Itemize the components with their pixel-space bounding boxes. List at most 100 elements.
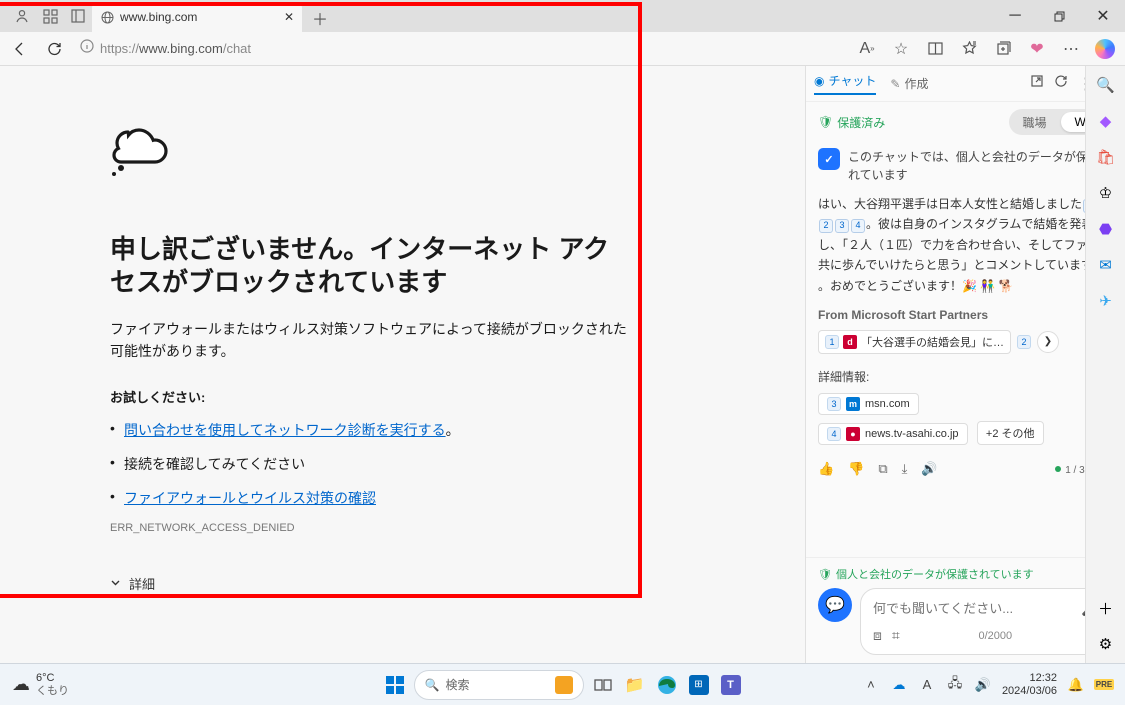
- dislike-icon[interactable]: 👎: [848, 461, 864, 477]
- back-button[interactable]: [4, 34, 36, 64]
- start-button[interactable]: [382, 672, 408, 698]
- refresh-panel-icon[interactable]: [1054, 74, 1068, 94]
- char-count: 0/2000: [978, 630, 1012, 642]
- source-icon: d: [843, 335, 857, 349]
- workplace-option[interactable]: 職場: [1009, 111, 1061, 134]
- tab-strip: www.bing.com ✕ ＋: [92, 0, 993, 32]
- source-chip-asahi[interactable]: 4●news.tv-asahi.co.jp: [818, 423, 968, 445]
- partners-header: From Microsoft Start Partners: [818, 308, 1113, 322]
- tray-chevron-icon[interactable]: ˄: [862, 676, 880, 694]
- sidebar-tools-icon[interactable]: ◆: [1095, 110, 1117, 132]
- tab-actions-icon[interactable]: [64, 2, 92, 30]
- tab-close-icon[interactable]: ✕: [284, 10, 294, 24]
- sidebar-settings-icon[interactable]: ⚙: [1095, 633, 1117, 655]
- store-icon[interactable]: ⊞: [686, 672, 712, 698]
- collections-icon[interactable]: [987, 34, 1019, 64]
- copy-icon[interactable]: ⧉: [878, 461, 887, 477]
- news-chip-1[interactable]: 1 d 「大谷選手の結婚会見」に…: [818, 330, 1011, 354]
- speaker-icon[interactable]: 🔊: [921, 461, 937, 477]
- read-aloud-icon[interactable]: A»: [851, 34, 883, 64]
- sidebar-outlook-icon[interactable]: ✉: [1095, 254, 1117, 276]
- sidebar-m365-icon[interactable]: ⬣: [1095, 218, 1117, 240]
- chip-number: 1: [825, 335, 839, 349]
- details-header: 詳細情報:: [818, 368, 1113, 385]
- sidebar-shopping-icon[interactable]: 🛍: [1095, 146, 1117, 168]
- chat-input[interactable]: [873, 601, 1081, 616]
- site-info-icon[interactable]: [80, 39, 94, 58]
- url-text: https://www.bing.com/chat: [100, 41, 841, 56]
- taskbar-center: 🔍 検索 📁 ⊞ T: [382, 670, 744, 700]
- chevron-down-icon: [110, 576, 121, 591]
- error-description: ファイアウォールまたはウィルス対策ソフトウェアによって接続がブロックされた可能性…: [110, 318, 630, 363]
- attach-image-icon[interactable]: ⧈: [873, 627, 882, 644]
- search-icon: 🔍: [425, 678, 440, 692]
- toolbar-right: A» ☆ ❤ ⋯: [851, 34, 1121, 64]
- maximize-button[interactable]: [1037, 0, 1081, 32]
- copilot-preview-icon[interactable]: PRE: [1095, 676, 1113, 694]
- task-view-icon[interactable]: [590, 672, 616, 698]
- panel-badge-row: 🛡保護済み 職場 Web: [806, 102, 1125, 142]
- split-screen-icon[interactable]: [919, 34, 951, 64]
- explorer-icon[interactable]: 📁: [622, 672, 648, 698]
- volume-icon[interactable]: 🔊: [974, 676, 992, 694]
- thought-cloud-icon: [110, 126, 805, 183]
- edge-sidebar: 🔍 ◆ 🛍 ♔ ⬣ ✉ ✈ ＋ ⚙: [1085, 66, 1125, 663]
- copilot-button[interactable]: [1089, 34, 1121, 64]
- sidebar-games-icon[interactable]: ♔: [1095, 182, 1117, 204]
- ime-icon[interactable]: A: [918, 676, 936, 694]
- sidebar-drop-icon[interactable]: ✈: [1095, 290, 1117, 312]
- browser-essentials-icon[interactable]: ❤: [1021, 34, 1053, 64]
- panel-tabs: ◉チャット ✎作成 ⋮ ✕: [806, 66, 1125, 102]
- minimize-button[interactable]: ─: [993, 0, 1037, 32]
- url-box[interactable]: https://www.bing.com/chat: [72, 36, 849, 62]
- tab-title: www.bing.com: [120, 10, 197, 24]
- chat-input-box[interactable]: 🎤 ⧈ ⌗ 0/2000 ➤: [860, 588, 1113, 655]
- list-item: ファイアウォールとウイルス対策の確認: [110, 488, 805, 508]
- shield-check-icon: 🛡: [818, 115, 833, 129]
- teams-icon[interactable]: T: [718, 672, 744, 698]
- sidebar-search-icon[interactable]: 🔍: [1095, 74, 1117, 96]
- open-new-icon[interactable]: [1030, 74, 1044, 94]
- clock[interactable]: 12:32 2024/03/06: [1002, 672, 1057, 696]
- sidebar-add-icon[interactable]: ＋: [1095, 597, 1117, 619]
- protection-text: このチャットでは、個人と会社のデータが保護されています: [848, 148, 1113, 184]
- menu-icon[interactable]: ⋯: [1055, 34, 1087, 64]
- favorite-icon[interactable]: ☆: [885, 34, 917, 64]
- title-bar: www.bing.com ✕ ＋ ─ ✕: [0, 0, 1125, 32]
- chip-number-2[interactable]: 2: [1017, 335, 1031, 349]
- citation-2[interactable]: 2: [819, 219, 833, 233]
- details-toggle[interactable]: 詳細: [110, 574, 805, 593]
- compose-tab[interactable]: ✎作成: [890, 75, 928, 92]
- notifications-icon[interactable]: 🔔: [1067, 676, 1085, 694]
- list-item: 問い合わせを使用してネットワーク診断を実行する。: [110, 420, 805, 440]
- new-tab-button[interactable]: ＋: [306, 4, 334, 32]
- response-text: はい、大谷翔平選手は日本人女性と結婚しました1234。彼は自身のインスタグラムで…: [818, 194, 1113, 296]
- like-icon[interactable]: 👍: [818, 461, 834, 477]
- onedrive-icon[interactable]: ☁: [890, 676, 908, 694]
- list-item: 接続を確認してみてください: [110, 454, 805, 474]
- source-chip-other[interactable]: +2 その他: [977, 421, 1044, 445]
- search-highlight-icon: [555, 676, 573, 694]
- network-diagnostics-link[interactable]: 問い合わせを使用してネットワーク診断を実行する: [124, 422, 446, 438]
- refresh-button[interactable]: [38, 34, 70, 64]
- attach-file-icon[interactable]: ⌗: [892, 627, 900, 644]
- citation-3[interactable]: 3: [835, 219, 849, 233]
- export-icon[interactable]: ⤓: [902, 461, 908, 477]
- next-news-button[interactable]: ❯: [1037, 331, 1059, 353]
- chat-tab[interactable]: ◉チャット: [814, 72, 876, 95]
- weather-widget[interactable]: ☁ 6°Cくもり: [12, 672, 69, 696]
- chat-avatar-icon: 💬: [818, 588, 852, 622]
- input-wrap: 💬 🎤 ⧈ ⌗ 0/2000 ➤: [818, 588, 1113, 655]
- profile-icon[interactable]: [8, 2, 36, 30]
- workspaces-icon[interactable]: [36, 2, 64, 30]
- edge-icon[interactable]: [654, 672, 680, 698]
- network-icon[interactable]: 🖧: [946, 676, 964, 694]
- firewall-check-link[interactable]: ファイアウォールとウイルス対策の確認: [124, 490, 376, 506]
- browser-tab[interactable]: www.bing.com ✕: [92, 2, 302, 32]
- favorites-list-icon[interactable]: [953, 34, 985, 64]
- taskbar-search[interactable]: 🔍 検索: [414, 670, 584, 700]
- source-chip-msn[interactable]: 3mmsn.com: [818, 393, 919, 415]
- panel-content: このチャットでは、個人と会社のデータが保護されています はい、大谷翔平選手は日本…: [806, 142, 1125, 557]
- citation-4[interactable]: 4: [851, 219, 865, 233]
- close-window-button[interactable]: ✕: [1081, 0, 1125, 32]
